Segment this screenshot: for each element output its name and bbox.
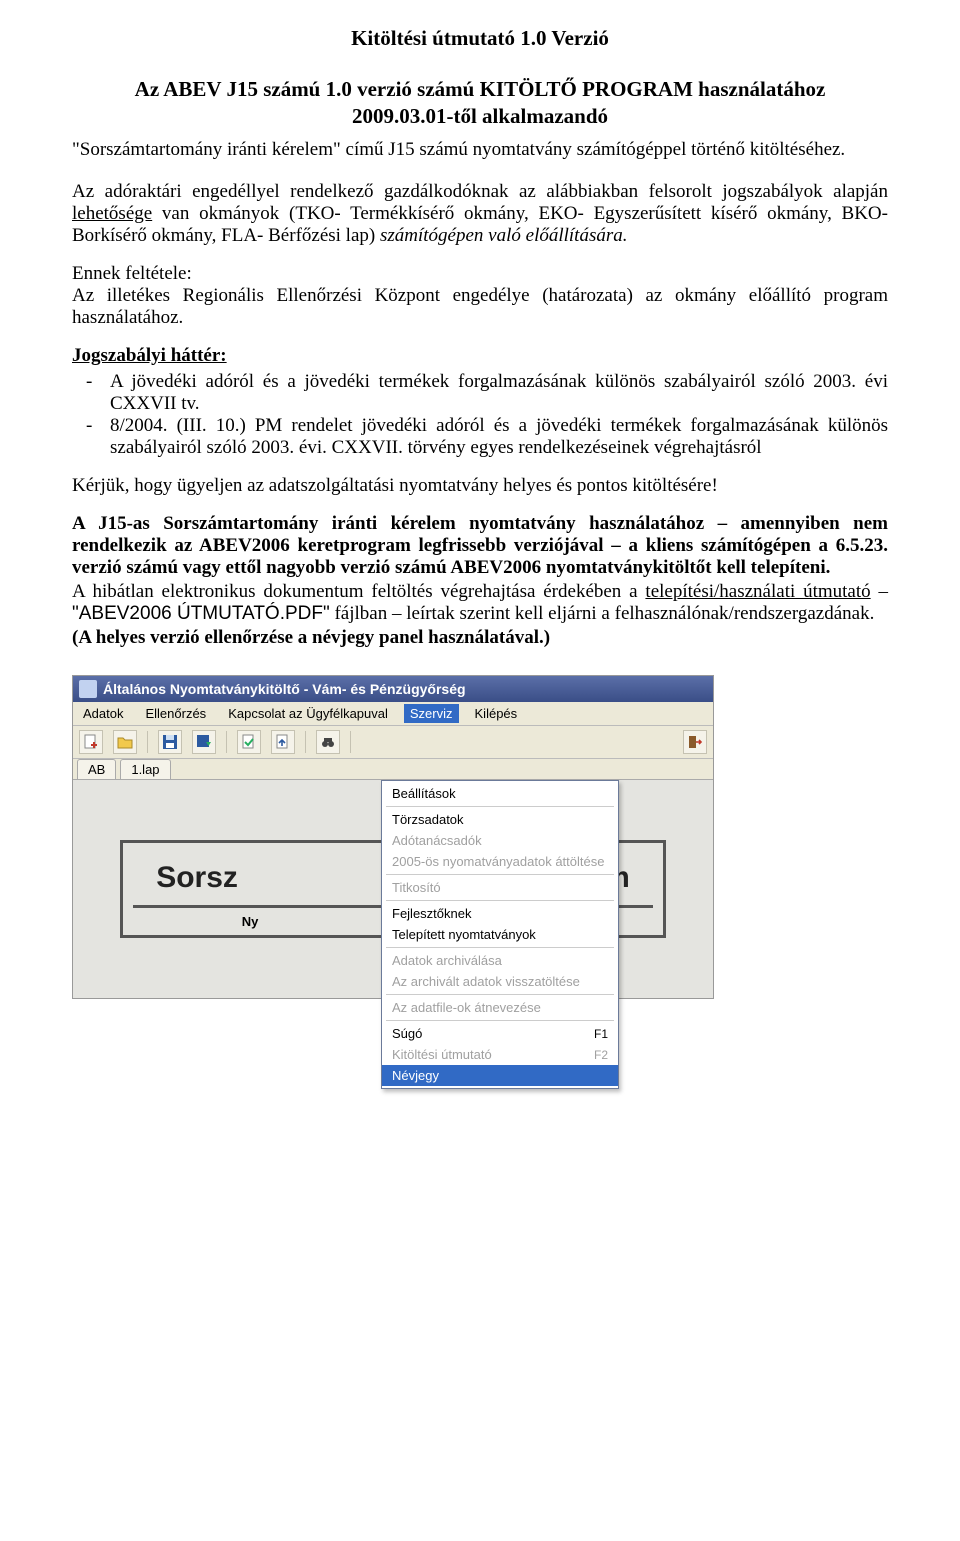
dropdown-visszatoltese: Az archivált adatok visszatöltése	[382, 971, 618, 992]
dropdown-titkosito: Titkosító	[382, 877, 618, 898]
toolbar	[73, 726, 713, 759]
page-plus-icon	[83, 734, 99, 750]
para-2: Az adóraktári engedéllyel rendelkező gaz…	[72, 181, 888, 247]
toolbar-separator	[350, 731, 351, 753]
app-screenshot: Általános Nyomtatványkitöltő - Vám- és P…	[72, 675, 714, 999]
window-titlebar: Általános Nyomtatványkitöltő - Vám- és P…	[73, 676, 713, 702]
dropdown-kitoltes-label: Kitöltési útmutató	[392, 1047, 492, 1062]
dropdown-2005: 2005-ös nyomatványadatok áttöltése	[382, 851, 618, 872]
dash1: –	[871, 581, 888, 602]
dropdown-beallitasok[interactable]: Beállítások	[382, 783, 618, 804]
list-item: A jövedéki adóról és a jövedéki termékek…	[110, 371, 888, 415]
dropdown-atnevezes: Az adatfile-ok átnevezése	[382, 997, 618, 1018]
intro-paragraph: "Sorszámtartomány iránti kérelem" című J…	[72, 139, 888, 161]
upload-page-icon	[275, 734, 291, 750]
page-date: 2009.03.01-től alkalmazandó	[72, 104, 888, 129]
window-title: Általános Nyomtatványkitöltő - Vám- és P…	[103, 681, 466, 697]
toolbar-save-button[interactable]	[158, 730, 182, 754]
door-exit-icon	[687, 734, 703, 750]
dropdown-archivalasa: Adatok archiválása	[382, 950, 618, 971]
dropdown-separator	[386, 947, 614, 948]
dropdown-kitoltes: Kitöltési útmutató F2	[382, 1044, 618, 1065]
form-title-left: Sorsz	[156, 861, 238, 894]
para-5b: fájlban – leírtak szerint kell eljárni a…	[330, 603, 875, 624]
save-icon	[162, 734, 178, 750]
page-subtitle: Az ABEV J15 számú 1.0 verzió számú KITÖL…	[72, 77, 888, 102]
dropdown-separator	[386, 994, 614, 995]
dropdown-torzsadatok[interactable]: Törzsadatok	[382, 809, 618, 830]
szerviz-dropdown: Beállítások Törzsadatok Adótanácsadók 20…	[381, 780, 619, 1089]
check-page-icon	[241, 734, 257, 750]
menu-bar: Adatok Ellenőrzés Kapcsolat az Ügyfélkap…	[73, 702, 713, 726]
menu-adatok[interactable]: Adatok	[77, 704, 129, 723]
para-5a: A hibátlan elektronikus dokumentum feltö…	[72, 581, 645, 602]
toolbar-check-button[interactable]	[237, 730, 261, 754]
underline-telepitesi: telepítési/használati útmutató	[645, 581, 870, 602]
para-5: A hibátlan elektronikus dokumentum feltö…	[72, 581, 888, 625]
toolbar-separator	[305, 731, 306, 753]
menu-ellenorzes[interactable]: Ellenőrzés	[139, 704, 212, 723]
dropdown-sugo-label: Súgó	[392, 1026, 422, 1041]
para-3: Ennek feltétele: Az illetékes Regionális…	[72, 263, 888, 329]
underline-lehetosege: lehetősége	[72, 203, 152, 224]
jogszabalyi-list: A jövedéki adóról és a jövedéki termékek…	[72, 371, 888, 459]
para-3a: Ennek feltétele:	[72, 263, 192, 284]
page-title: Kitöltési útmutató 1.0 Verzió	[72, 26, 888, 51]
binoculars-icon	[320, 734, 336, 750]
toolbar-exit-button[interactable]	[683, 730, 707, 754]
toolbar-open-button[interactable]	[113, 730, 137, 754]
dropdown-nevjegy[interactable]: Névjegy	[382, 1065, 618, 1086]
app-icon	[79, 680, 97, 698]
italic-computer: számítógépen való előállítására.	[380, 225, 628, 246]
form-sub-left: Ny	[242, 914, 259, 929]
toolbar-upload-button[interactable]	[271, 730, 295, 754]
dropdown-adotanacsadok: Adótanácsadók	[382, 830, 618, 851]
dropdown-separator	[386, 874, 614, 875]
list-item: 8/2004. (III. 10.) PM rendelet jövedéki …	[110, 415, 888, 459]
dropdown-kitoltes-shortcut: F2	[594, 1048, 608, 1062]
dropdown-separator	[386, 1020, 614, 1021]
dropdown-separator	[386, 806, 614, 807]
para-3b: Az illetékes Regionális Ellenőrzési Közp…	[72, 285, 888, 328]
tab-ab[interactable]: AB	[77, 759, 116, 779]
abev-pdf-filename: "ABEV2006 ÚTMUTATÓ.PDF"	[72, 603, 330, 624]
save-arrow-icon	[196, 734, 212, 750]
dropdown-sugo[interactable]: Súgó F1	[382, 1023, 618, 1044]
dropdown-fejlesztoknek[interactable]: Fejlesztőknek	[382, 903, 618, 924]
toolbar-find-button[interactable]	[316, 730, 340, 754]
menu-szerviz[interactable]: Szerviz	[404, 704, 459, 723]
dropdown-telepitett[interactable]: Telepített nyomtatványok	[382, 924, 618, 945]
dropdown-sugo-shortcut: F1	[594, 1027, 608, 1041]
toolbar-separator	[226, 731, 227, 753]
kerjuk-paragraph: Kérjük, hogy ügyeljen az adatszolgáltatá…	[72, 475, 888, 497]
toolbar-separator	[147, 731, 148, 753]
dropdown-separator	[386, 900, 614, 901]
toolbar-save-arrow-button[interactable]	[192, 730, 216, 754]
para-2a: Az adóraktári engedéllyel rendelkező gaz…	[72, 181, 888, 202]
tab-bar: AB 1.lap	[73, 759, 713, 780]
tab-1lap[interactable]: 1.lap	[120, 759, 170, 779]
menu-kilepes[interactable]: Kilépés	[469, 704, 524, 723]
jogszabalyi-heading: Jogszabályi háttér:	[72, 345, 888, 367]
para-6: (A helyes verzió ellenőrzése a névjegy p…	[72, 627, 888, 649]
menu-kapcsolat[interactable]: Kapcsolat az Ügyfélkapuval	[222, 704, 394, 723]
bold-paragraph: A J15-as Sorszámtartomány iránti kérelem…	[72, 513, 888, 579]
folder-open-icon	[117, 734, 133, 750]
toolbar-new-button[interactable]	[79, 730, 103, 754]
